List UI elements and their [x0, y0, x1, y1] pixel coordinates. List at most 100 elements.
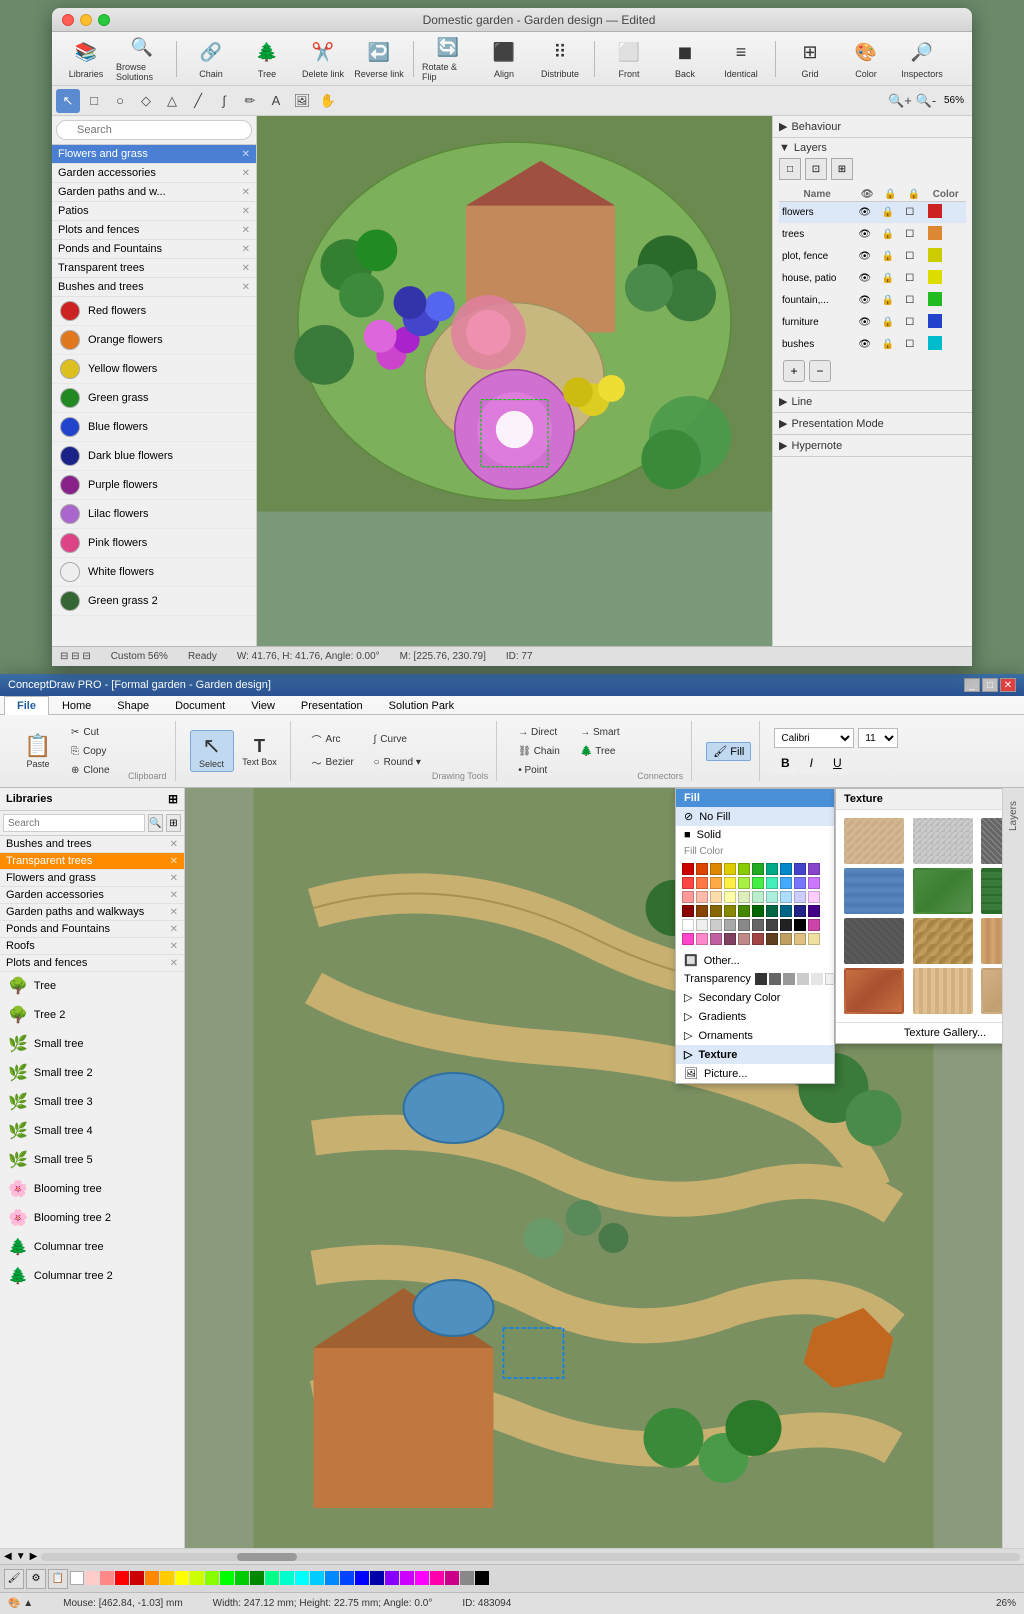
toolbar-tree[interactable]: 🌲 Tree: [241, 36, 293, 82]
swatch-light-blue[interactable]: [780, 891, 792, 903]
tb-btn-1[interactable]: 🖌: [4, 1569, 24, 1589]
transp-cell-1[interactable]: [755, 973, 767, 985]
lib-item-small-tree2[interactable]: 🌿 Small tree 2: [0, 1059, 184, 1088]
cs-red-light2[interactable]: [100, 1571, 114, 1585]
image-tool[interactable]: 🖼: [290, 89, 314, 113]
lib-item-tree2[interactable]: 🌳 Tree 2: [0, 1001, 184, 1030]
fill-other[interactable]: 🔲 Other...: [676, 951, 834, 970]
cs-turquoise[interactable]: [280, 1571, 294, 1585]
swatch-light-yellow[interactable]: [724, 891, 736, 903]
swatch-dark-blue[interactable]: [780, 905, 792, 917]
cs-bright-yellow[interactable]: [175, 1571, 189, 1585]
texture-9[interactable]: [981, 918, 1002, 964]
lib-cat-plots[interactable]: Plots and fences ✕: [0, 955, 184, 972]
minimize-button[interactable]: [80, 14, 92, 26]
transp-cell-2[interactable]: [769, 973, 781, 985]
fill-texture[interactable]: ▷ Texture: [676, 1045, 834, 1064]
cut-button[interactable]: ✂ Cut: [64, 724, 124, 741]
close-button[interactable]: [62, 14, 74, 26]
swatch-dark-olive[interactable]: [738, 905, 750, 917]
lib-search-input[interactable]: [3, 814, 145, 832]
plant-green-grass-2[interactable]: Green grass 2: [52, 587, 256, 616]
swatch-red[interactable]: [682, 863, 694, 875]
swatch-olive[interactable]: [724, 905, 736, 917]
swatch-brick[interactable]: [752, 933, 764, 945]
cat-bushes-trees[interactable]: Bushes and trees ✕: [52, 278, 256, 297]
cs-white[interactable]: [70, 1571, 84, 1585]
swatch-lavender[interactable]: [808, 877, 820, 889]
italic-button[interactable]: I: [800, 752, 822, 774]
lib-item-blooming-tree2[interactable]: 🌸 Blooming tree 2: [0, 1204, 184, 1233]
lib-cat-bushes-trees[interactable]: Bushes and trees ✕: [0, 836, 184, 853]
select-tool[interactable]: ↖: [56, 89, 80, 113]
layer-row-flowers[interactable]: flowers 👁 🔒 ☐: [779, 202, 966, 224]
cat-garden-paths[interactable]: Garden paths and w... ✕: [52, 183, 256, 202]
texture-gallery-button[interactable]: Texture Gallery...: [836, 1022, 1002, 1043]
cat-close-ponds[interactable]: ✕: [242, 244, 250, 255]
swatch-peach[interactable]: [696, 891, 708, 903]
swatch-orange-yellow[interactable]: [710, 877, 722, 889]
plant-pink-flowers[interactable]: Pink flowers: [52, 529, 256, 558]
swatch-light-gray[interactable]: [696, 919, 708, 931]
lib-cat-roofs[interactable]: Roofs ✕: [0, 938, 184, 955]
win-close[interactable]: ✕: [1000, 678, 1016, 692]
toolbar-libraries[interactable]: 📚 Libraries: [60, 36, 112, 82]
layer-row-house[interactable]: house, patio 👁 🔒 ☐: [779, 268, 966, 290]
cs-light-red[interactable]: [85, 1571, 99, 1585]
tab-solution-park[interactable]: Solution Park: [376, 696, 467, 715]
cat-close-patios[interactable]: ✕: [242, 206, 250, 217]
lib-cat-x-accessories[interactable]: ✕: [170, 890, 178, 901]
swatch-very-dark[interactable]: [780, 919, 792, 931]
lib-cat-garden-accessories[interactable]: Garden accessories ✕: [0, 887, 184, 904]
cs-orange[interactable]: [145, 1571, 159, 1585]
cs-black[interactable]: [475, 1571, 489, 1585]
lib-item-columnar-tree2[interactable]: 🌲 Columnar tree 2: [0, 1262, 184, 1291]
swatch-sky-blue[interactable]: [780, 877, 792, 889]
scroll-right-btn[interactable]: ▶: [30, 1551, 38, 1562]
diamond-tool[interactable]: ◇: [134, 89, 158, 113]
fill-secondary-color[interactable]: ▷ Secondary Color: [676, 988, 834, 1007]
lib-cat-transparent-trees[interactable]: Transparent trees ✕: [0, 853, 184, 870]
maximize-button[interactable]: [98, 14, 110, 26]
swatch-teal[interactable]: [766, 863, 778, 875]
arc-tool[interactable]: ⌒ Arc: [305, 729, 365, 750]
connector-smart[interactable]: → Smart: [573, 724, 633, 741]
swatch-mauve[interactable]: [710, 933, 722, 945]
toolbar-identical[interactable]: ≡ Identical: [715, 36, 767, 82]
swatch-sand[interactable]: [808, 933, 820, 945]
win-minimize[interactable]: _: [964, 678, 980, 692]
swatch-green-light[interactable]: [752, 877, 764, 889]
toolbar-front[interactable]: ⬜ Front: [603, 36, 655, 82]
tab-shape[interactable]: Shape: [104, 696, 162, 715]
scroll-track[interactable]: [41, 1553, 1020, 1561]
swatch-pink[interactable]: [682, 891, 694, 903]
transp-cell-4[interactable]: [797, 973, 809, 985]
swatch-purple[interactable]: [808, 863, 820, 875]
lib-cat-x-paths[interactable]: ✕: [170, 907, 178, 918]
scroll-left-btn[interactable]: ◀: [4, 1551, 12, 1562]
cs-navy[interactable]: [370, 1571, 384, 1585]
fill-gradients[interactable]: ▷ Gradients: [676, 1007, 834, 1026]
plant-white-flowers[interactable]: White flowers: [52, 558, 256, 587]
texture-5[interactable]: [913, 868, 973, 914]
cs-gray[interactable]: [460, 1571, 474, 1585]
ellipse-tool[interactable]: ○: [108, 89, 132, 113]
cs-cyan[interactable]: [295, 1571, 309, 1585]
swatch-magenta[interactable]: [682, 933, 694, 945]
texture-6[interactable]: [981, 868, 1002, 914]
texture-1[interactable]: [844, 818, 904, 864]
swatch-yellow-green[interactable]: [738, 863, 750, 875]
toolbar-delete-link[interactable]: ✂️ Delete link: [297, 36, 349, 82]
plant-lilac-flowers[interactable]: Lilac flowers: [52, 500, 256, 529]
bottom-canvas[interactable]: Fill ⊘ No Fill ■ Solid Fill Color: [185, 788, 1002, 1548]
swatch-dark-purple[interactable]: [808, 905, 820, 917]
layer-btn-1[interactable]: □: [779, 158, 801, 180]
cs-lime[interactable]: [190, 1571, 204, 1585]
curve-tool-ribbon[interactable]: ∫ Curve: [367, 729, 427, 750]
select-button[interactable]: ↖ Select: [190, 730, 234, 772]
clone-button[interactable]: ⊕ Clone: [64, 762, 124, 779]
cs-yellow-green[interactable]: [205, 1571, 219, 1585]
swatch-orange-red[interactable]: [696, 863, 708, 875]
tb-btn-2[interactable]: ⚙: [26, 1569, 46, 1589]
swatch-rose[interactable]: [696, 933, 708, 945]
